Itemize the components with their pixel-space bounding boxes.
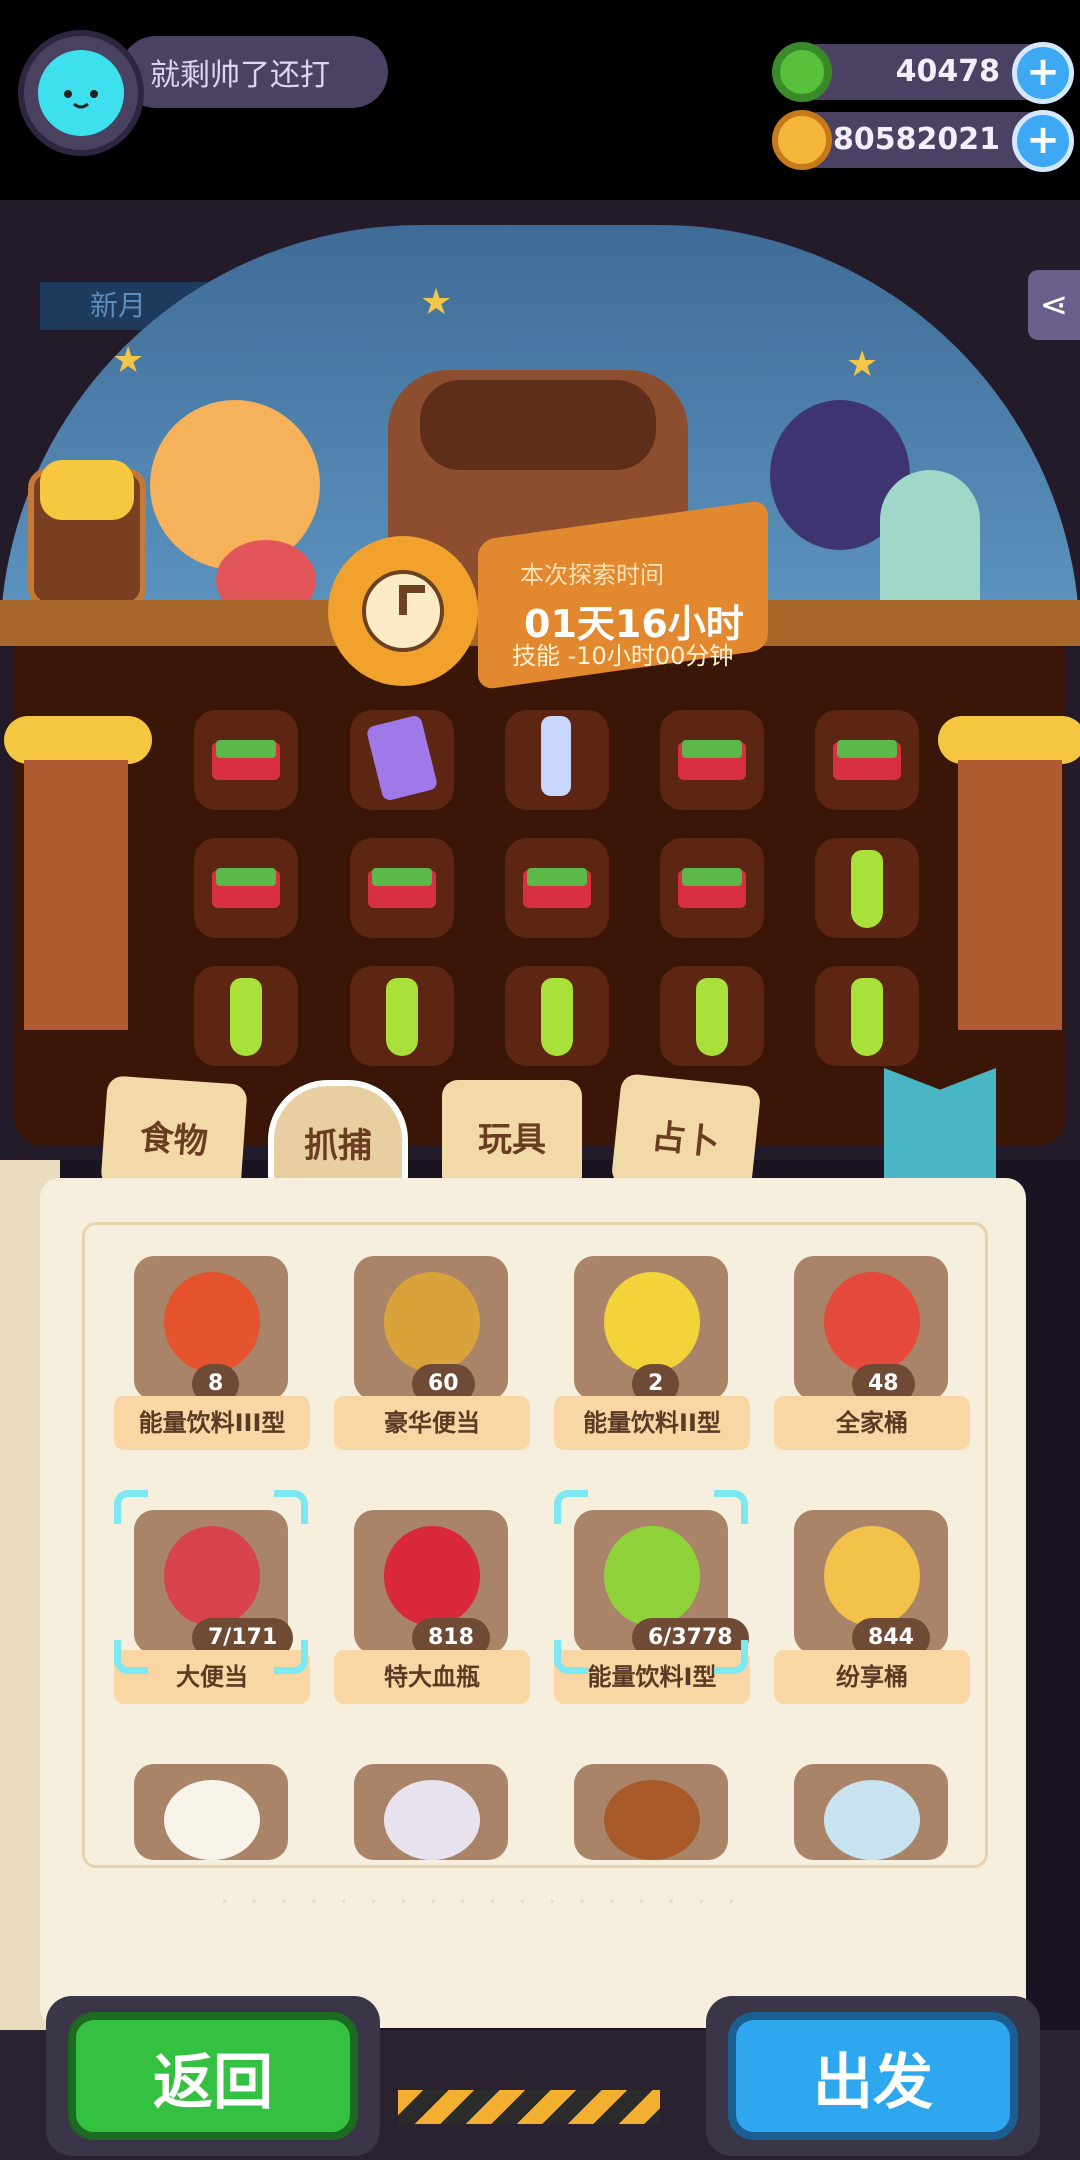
backpack-slot[interactable] [815,966,919,1066]
item-name: 能量饮料III型 [114,1396,310,1450]
item-name: 能量饮料II型 [554,1396,750,1450]
selection-corner [274,1640,308,1674]
divination-card-icon [365,714,439,802]
item-card[interactable] [574,1764,728,1860]
star-icon: ★ [112,340,145,381]
bell-icon [4,716,152,764]
backpack-slot[interactable] [194,838,298,938]
backpack-slot[interactable] [815,710,919,810]
bento-lid [682,740,742,758]
orange-cat-character [150,400,320,570]
backpack-slot[interactable] [350,838,454,938]
avatar-frame[interactable] [18,30,144,156]
selection-corner [714,1640,748,1674]
energy-bottle-icon [851,850,883,928]
backpack-slot[interactable] [194,710,298,810]
donut-coin-icon [772,42,832,102]
selection-corner [114,1640,148,1674]
energy-bottle-icon [230,978,262,1056]
backpack-slot[interactable] [505,966,609,1066]
bento-lid [837,740,897,758]
back-button[interactable]: 返回 [68,2012,358,2140]
tab-toy[interactable]: 玩具 [442,1080,582,1192]
backpack-slot[interactable] [194,966,298,1066]
clock-hand [399,585,425,593]
test-tube-icon [824,1780,920,1860]
energy-bottle-icon [696,978,728,1056]
planet-coin-icon [772,110,832,170]
energy-bottle-icon [386,978,418,1056]
energy-bottle-icon [851,978,883,1056]
bento-lid [682,868,742,886]
fish-banner-left [24,760,128,1030]
go-button[interactable]: 出发 [728,2012,1018,2140]
selection-corner [554,1490,588,1524]
tab-capture[interactable]: 抓捕 [268,1080,408,1192]
backpack-flap [420,380,656,470]
backpack-slot[interactable] [350,966,454,1066]
cat-face-icon [48,54,114,109]
item-name: 全家桶 [774,1396,970,1450]
backpack-slot[interactable] [505,710,609,810]
exploration-time-label: 本次探索时间 [520,561,664,589]
add-donut-coin-button[interactable]: + [1012,42,1074,104]
backpack-slot[interactable] [350,710,454,810]
selection-corner [554,1640,588,1674]
item-name: 豪华便当 [334,1396,530,1450]
energy-drink-i-icon [604,1526,700,1626]
backpack-slot[interactable] [660,838,764,938]
item-name: 特大血瓶 [334,1650,530,1704]
hint-text: · · · · · · · · · · · · · · · · · · [220,1885,742,1918]
large-health-potion-icon [384,1526,480,1626]
item-card[interactable] [794,1764,948,1860]
player-name: 就剩帅了还打 [150,58,330,93]
smiley-badge-icon [40,460,134,520]
backpack-slot[interactable] [660,710,764,810]
deluxe-bento-icon [384,1272,480,1372]
selection-corner [714,1490,748,1524]
share-icon[interactable]: ⋖ [1028,270,1080,340]
selection-corner [274,1490,308,1524]
add-planet-coin-button[interactable]: + [1012,110,1074,172]
energy-drink-iii-icon [164,1272,260,1372]
backpack-slot[interactable] [815,838,919,938]
bento-lid [372,868,432,886]
star-icon: ★ [846,344,879,385]
rice-bowl-icon [164,1780,260,1860]
energy-drink-ii-icon [604,1272,700,1372]
backpack-slot[interactable] [505,838,609,938]
trophy-icon [541,716,571,796]
donut-coin-value: 40478 [895,54,1000,89]
skill-bonus-text: 技能 -10小时00分钟 [512,642,734,670]
item-name: 纷享桶 [774,1650,970,1704]
avatar[interactable] [38,50,124,136]
star-icon: ★ [420,282,453,323]
planet-coin-value: 80582021 [833,122,1000,157]
bento-lid [527,868,587,886]
bento-lid [216,868,276,886]
selection-corner [114,1490,148,1524]
potion-flask-icon [384,1780,480,1860]
hazard-stripe [398,2090,660,2124]
family-bucket-icon [824,1272,920,1372]
bell-icon [938,716,1080,764]
bento-lid [216,740,276,758]
energy-bottle-icon [541,978,573,1056]
item-card[interactable] [134,1764,288,1860]
roast-chicken-icon [604,1780,700,1860]
item-card[interactable] [354,1764,508,1860]
sharing-bucket-icon [824,1526,920,1626]
fish-banner-right [958,760,1062,1030]
big-bento-icon [164,1526,260,1626]
backpack-slot[interactable] [660,966,764,1066]
